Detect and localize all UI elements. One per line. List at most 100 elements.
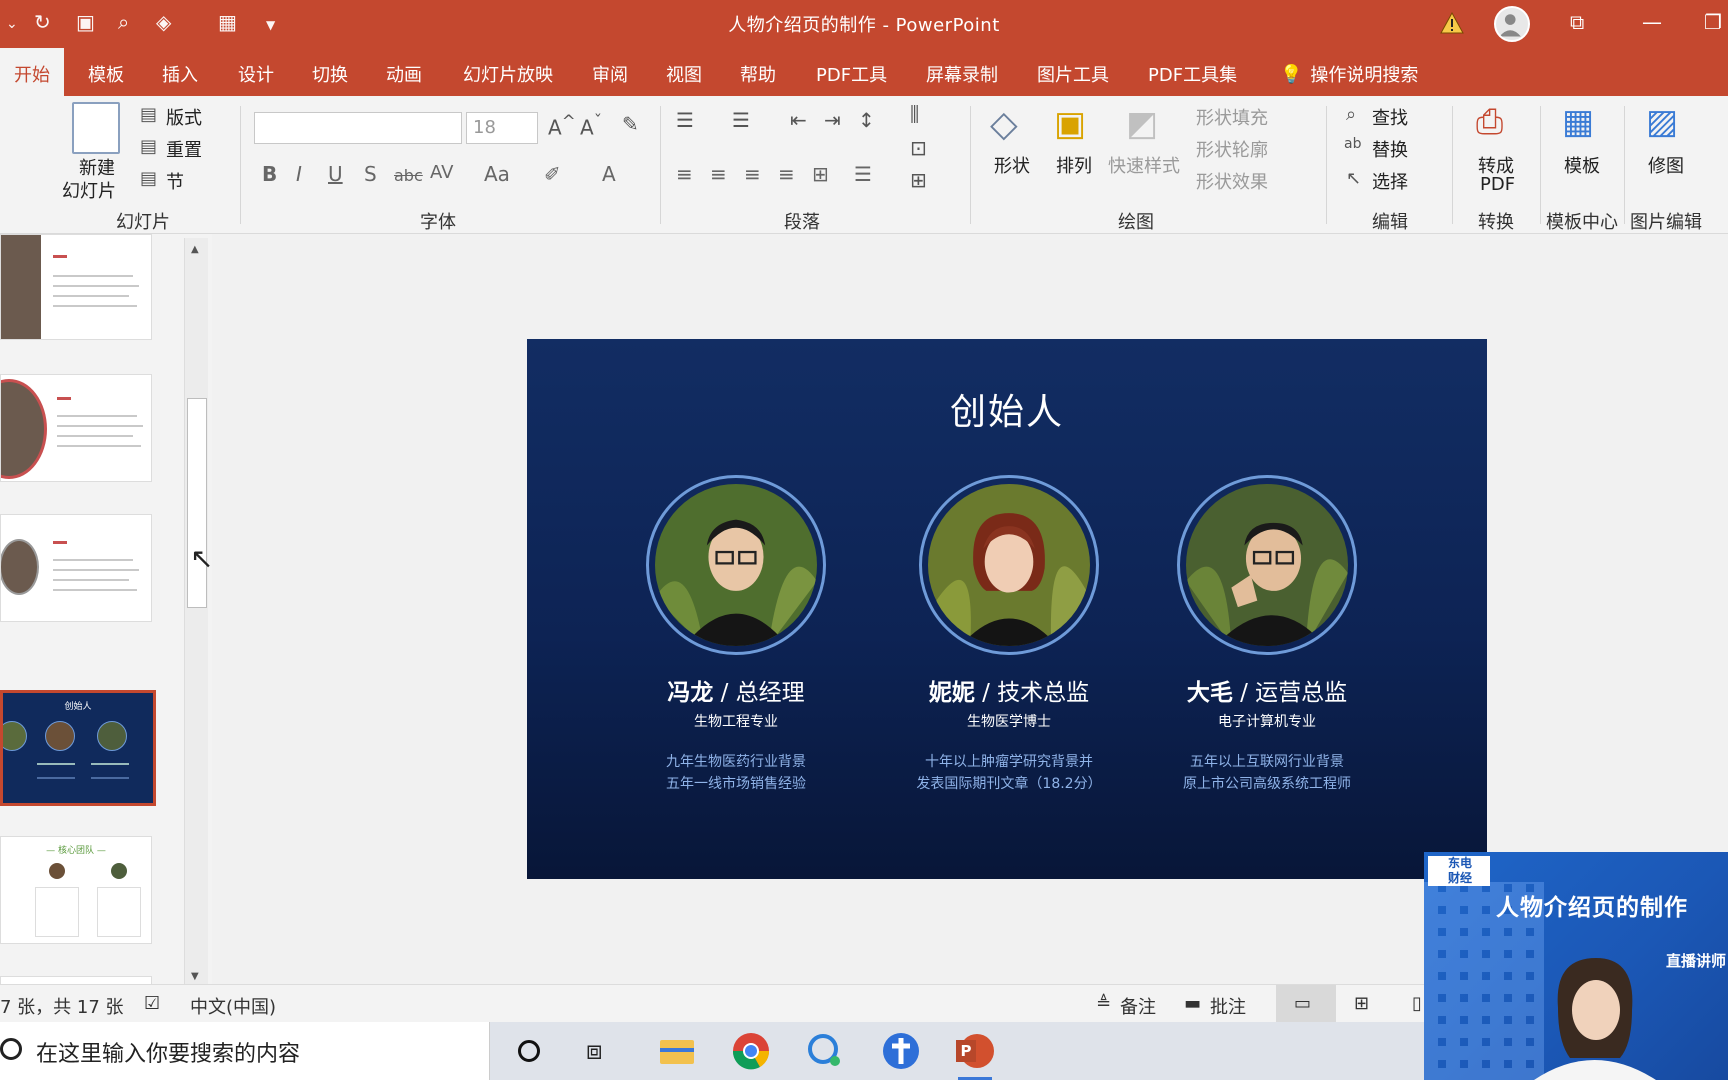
shadow-icon[interactable]: S bbox=[364, 162, 377, 186]
highlight-icon[interactable]: ✐ bbox=[544, 162, 561, 186]
find-icon[interactable]: ⌕ bbox=[1346, 104, 1356, 125]
replace-button[interactable]: 替换 bbox=[1372, 136, 1408, 162]
chrome-icon[interactable] bbox=[730, 1030, 772, 1072]
to-pdf-label-2[interactable]: PDF bbox=[1480, 174, 1515, 195]
select-button[interactable]: 选择 bbox=[1372, 168, 1408, 194]
slide-thumbnail-selected[interactable]: 创始人 bbox=[0, 690, 156, 806]
language-indicator[interactable]: 中文(中国) bbox=[190, 993, 276, 1019]
warning-icon[interactable] bbox=[1440, 12, 1464, 34]
comments-icon[interactable]: ▬ bbox=[1184, 993, 1201, 1014]
distribute-icon[interactable]: ⊞ bbox=[812, 162, 829, 186]
scroll-thumb[interactable] bbox=[187, 398, 207, 608]
tab-insert[interactable]: 插入 bbox=[162, 61, 198, 87]
notes-button[interactable]: 备注 bbox=[1120, 993, 1156, 1019]
browser-icon[interactable] bbox=[880, 1030, 922, 1072]
align-text-icon[interactable]: ⊡ bbox=[910, 136, 927, 160]
scroll-up-icon[interactable]: ▲ bbox=[191, 244, 199, 255]
tab-pdf-tools[interactable]: PDF工具 bbox=[816, 61, 887, 87]
normal-view-icon[interactable]: ▭ bbox=[1276, 985, 1336, 1023]
comments-button[interactable]: 批注 bbox=[1210, 993, 1246, 1019]
chat-app-icon[interactable] bbox=[804, 1030, 846, 1072]
user-avatar[interactable] bbox=[1494, 6, 1530, 42]
thumbnail-scrollbar[interactable]: ▲ ▼ bbox=[184, 238, 208, 984]
slide-sorter-icon[interactable]: ⊞ bbox=[1354, 993, 1369, 1014]
reading-view-icon[interactable]: ▯ bbox=[1412, 993, 1422, 1014]
arrange-button[interactable]: 排列 bbox=[1056, 152, 1092, 178]
tab-template[interactable]: 模板 bbox=[88, 61, 124, 87]
slide-thumbnail[interactable]: — 核心团队 — bbox=[0, 836, 152, 944]
layout-button[interactable]: 版式 bbox=[166, 104, 202, 130]
strikethrough-icon[interactable]: abc bbox=[394, 166, 423, 185]
tab-view[interactable]: 视图 bbox=[666, 61, 702, 87]
spellcheck-icon[interactable]: ☑ bbox=[144, 993, 160, 1014]
tab-screen-record[interactable]: 屏幕录制 bbox=[926, 61, 998, 87]
person-card-2[interactable]: 妮妮 / 技术总监 生物医学博士 十年以上肿瘤学研究背景并 发表国际期刊文章（1… bbox=[869, 475, 1149, 795]
decrease-indent-icon[interactable]: ⇤ bbox=[790, 108, 807, 132]
shapes-icon[interactable]: ◇ bbox=[990, 104, 1018, 145]
restore-icon[interactable]: ❐ bbox=[1704, 10, 1722, 34]
person-card-3[interactable]: 大毛 / 运营总监 电子计算机专业 五年以上互联网行业背景 原上市公司高级系统工… bbox=[1127, 475, 1407, 795]
grow-font-icon[interactable]: A^ bbox=[548, 112, 576, 140]
clear-format-icon[interactable]: ✎ bbox=[622, 112, 639, 136]
quick-styles-button[interactable]: 快速样式 bbox=[1108, 152, 1180, 178]
powerpoint-icon[interactable]: P bbox=[954, 1030, 996, 1080]
notes-icon[interactable]: ≜ bbox=[1096, 993, 1111, 1014]
replace-icon[interactable]: ab bbox=[1344, 136, 1361, 152]
bold-icon[interactable]: B bbox=[262, 162, 277, 186]
slide-thumbnail[interactable] bbox=[0, 374, 152, 482]
ribbon-display-icon[interactable]: ⧉ bbox=[1570, 10, 1584, 34]
italic-icon[interactable]: I bbox=[296, 162, 302, 186]
shape-fill-button[interactable]: 形状填充 bbox=[1196, 104, 1268, 130]
bullets-icon[interactable]: ☰ bbox=[676, 108, 694, 132]
slide-thumbnail[interactable] bbox=[0, 234, 152, 340]
pdf-icon[interactable]: ⎙ bbox=[1476, 102, 1503, 142]
tab-design[interactable]: 设计 bbox=[238, 61, 274, 87]
tab-picture-tools[interactable]: 图片工具 bbox=[1037, 61, 1109, 87]
align-right-icon[interactable]: ≡ bbox=[744, 162, 761, 186]
slide-thumbnail[interactable] bbox=[0, 514, 152, 622]
picture-icon[interactable]: ▨ bbox=[1646, 102, 1678, 142]
reset-button[interactable]: 重置 bbox=[166, 136, 202, 162]
char-spacing-icon[interactable]: AV bbox=[430, 162, 453, 183]
layout-icon[interactable]: ▤ bbox=[140, 104, 157, 125]
quick-styles-icon[interactable]: ◩ bbox=[1126, 104, 1158, 144]
underline-icon[interactable]: U bbox=[328, 162, 343, 186]
shape-effects-button[interactable]: 形状效果 bbox=[1196, 168, 1268, 194]
tab-transitions[interactable]: 切换 bbox=[312, 61, 348, 87]
new-slide-icon[interactable] bbox=[72, 102, 120, 154]
slide-title[interactable]: 创始人 bbox=[527, 383, 1487, 435]
smartart-icon[interactable]: ⊞ bbox=[910, 168, 927, 192]
align-left-icon[interactable]: ≡ bbox=[676, 162, 693, 186]
increase-indent-icon[interactable]: ⇥ bbox=[824, 108, 841, 132]
cortana-icon[interactable] bbox=[508, 1030, 550, 1072]
tab-home[interactable]: 开始 bbox=[0, 48, 64, 96]
tell-me-search[interactable]: 💡 操作说明搜索 bbox=[1280, 61, 1418, 87]
scroll-down-icon[interactable]: ▼ bbox=[191, 971, 199, 982]
font-name-field[interactable] bbox=[254, 112, 462, 144]
shrink-font-icon[interactable]: Aˇ bbox=[580, 112, 602, 140]
numbering-icon[interactable]: ☰ bbox=[732, 108, 750, 132]
arrange-icon[interactable]: ▣ bbox=[1054, 104, 1086, 144]
font-size-field[interactable]: 18 bbox=[466, 112, 538, 144]
template-button[interactable]: 模板 bbox=[1564, 152, 1600, 178]
template-icon[interactable]: ▦ bbox=[1562, 102, 1594, 142]
tab-review[interactable]: 审阅 bbox=[592, 61, 628, 87]
shape-outline-button[interactable]: 形状轮廓 bbox=[1196, 136, 1268, 162]
tab-help[interactable]: 帮助 bbox=[740, 61, 776, 87]
new-slide-label-2[interactable]: 幻灯片 bbox=[62, 177, 116, 203]
change-case-icon[interactable]: Aa bbox=[484, 162, 510, 186]
line-spacing-icon[interactable]: ↕ bbox=[858, 108, 875, 132]
find-button[interactable]: 查找 bbox=[1372, 104, 1408, 130]
person-card-1[interactable]: 冯龙 / 总经理 生物工程专业 九年生物医药行业背景 五年一线市场销售经验 bbox=[596, 475, 876, 795]
section-icon[interactable]: ▤ bbox=[140, 168, 157, 189]
justify-icon[interactable]: ≡ bbox=[778, 162, 795, 186]
align-center-icon[interactable]: ≡ bbox=[710, 162, 727, 186]
tab-pdf-toolset[interactable]: PDF工具集 bbox=[1148, 61, 1237, 87]
minimize-icon[interactable]: — bbox=[1642, 10, 1662, 34]
font-color-icon[interactable]: A bbox=[602, 162, 616, 186]
file-explorer-icon[interactable] bbox=[656, 1030, 698, 1072]
taskbar-search-box[interactable]: 在这里输入你要搜索的内容 bbox=[0, 1022, 490, 1080]
section-button[interactable]: 节 bbox=[166, 168, 184, 194]
tab-slideshow[interactable]: 幻灯片放映 bbox=[463, 61, 553, 87]
task-view-icon[interactable]: ⧈ bbox=[580, 1030, 622, 1072]
